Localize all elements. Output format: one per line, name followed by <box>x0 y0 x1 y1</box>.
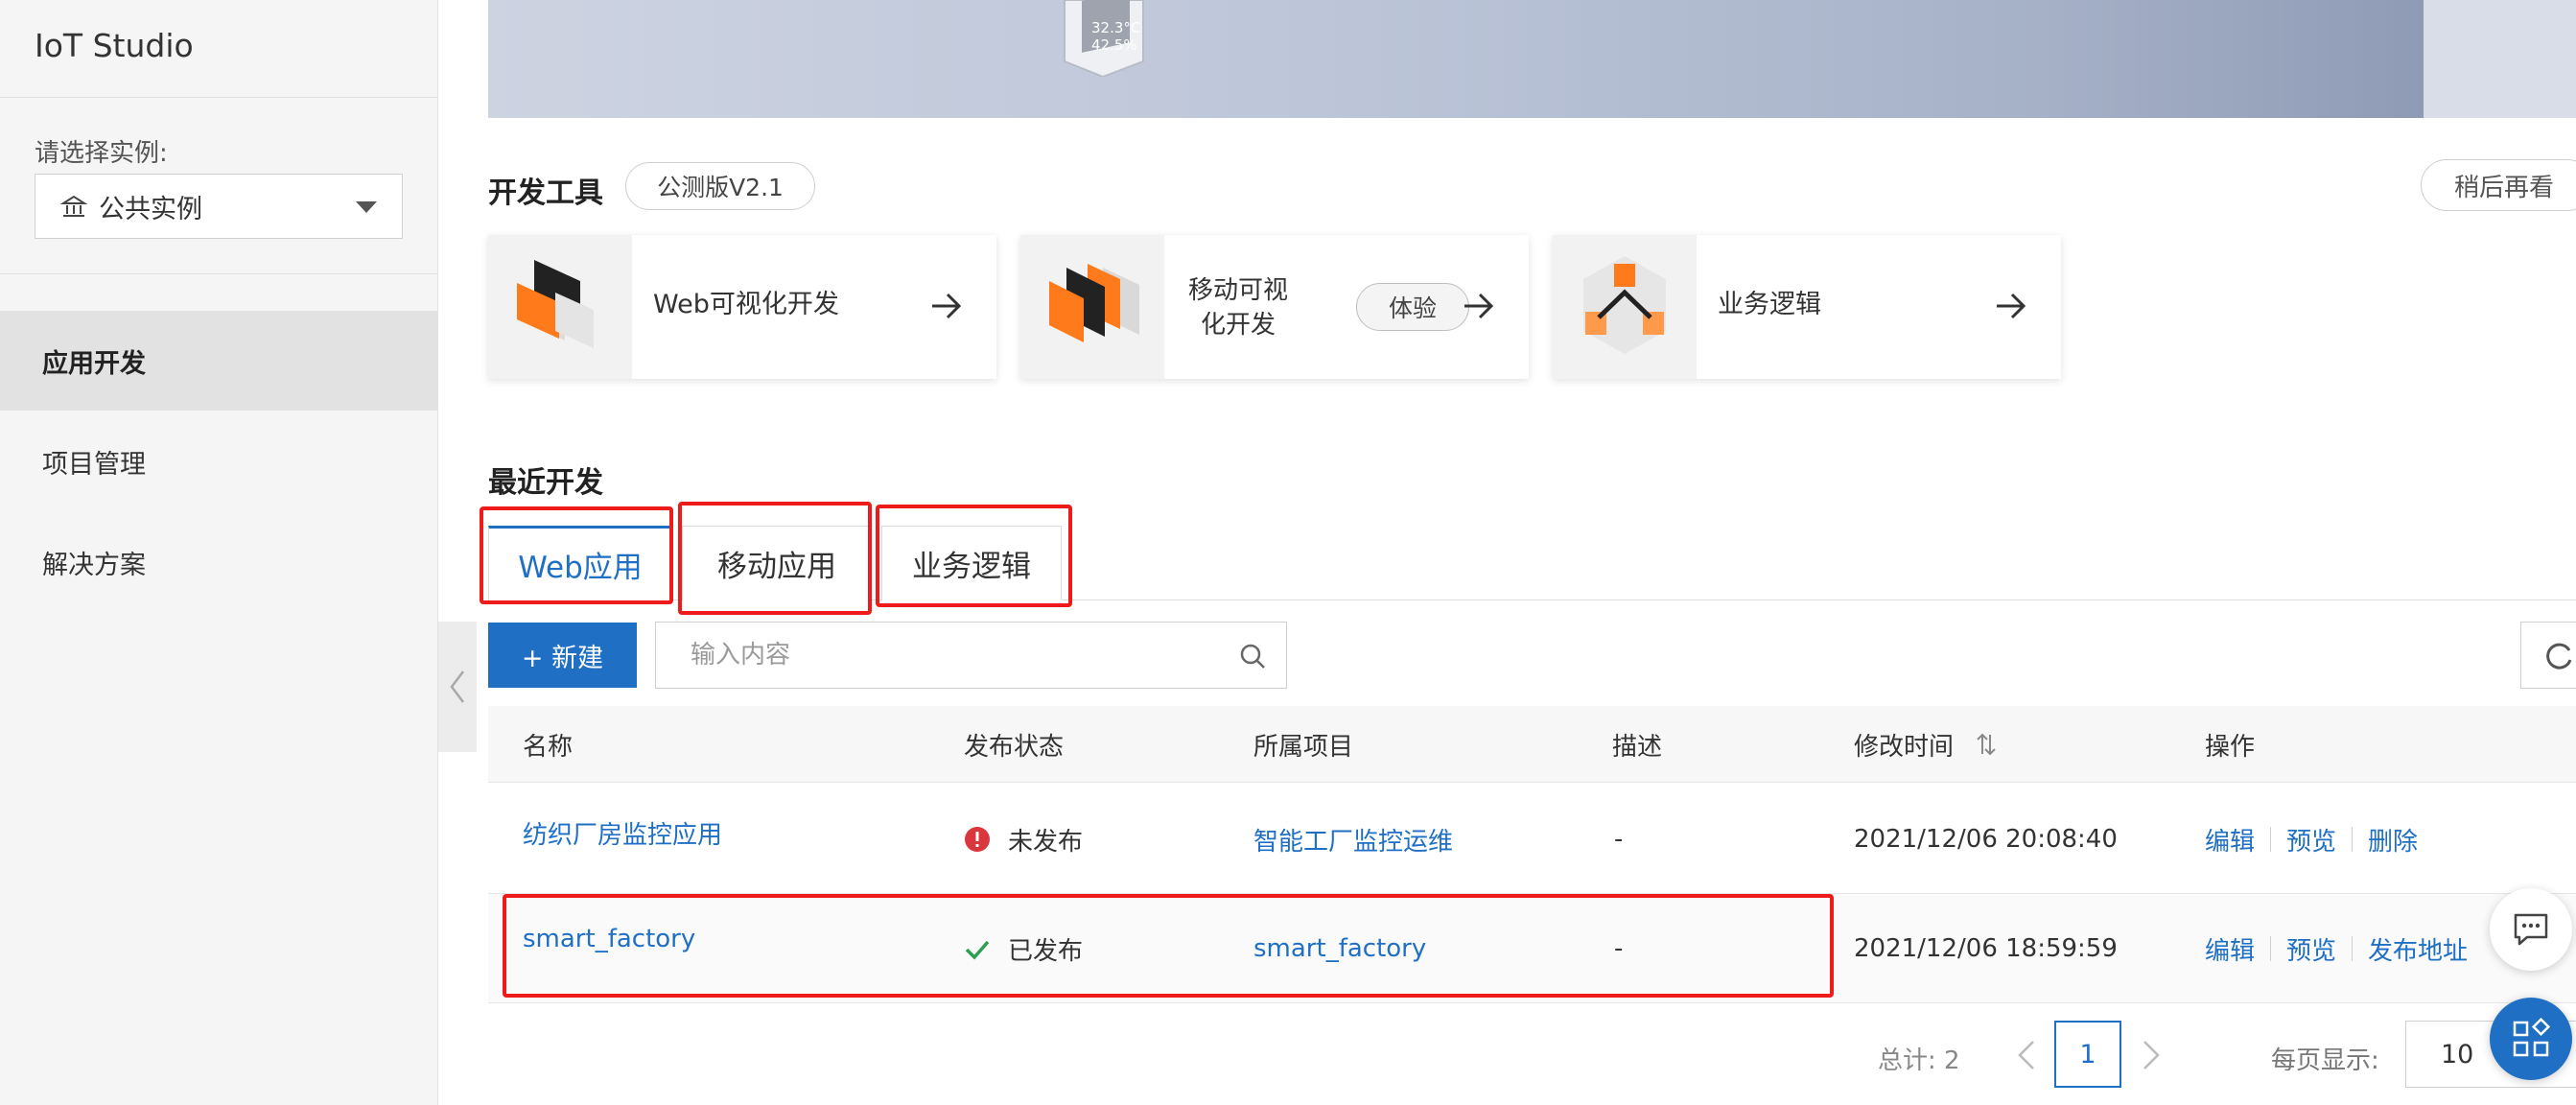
sidebar-item-label: 解决方案 <box>42 550 146 580</box>
sidebar-divider <box>0 97 438 98</box>
sensor-humidity: 42.5% <box>1091 36 1137 54</box>
tool-card-label: Web可视化开发 <box>653 290 839 319</box>
chevron-down-icon <box>356 201 377 213</box>
project-link[interactable]: smart_factory <box>1253 934 1426 963</box>
web-visual-icon <box>488 235 632 379</box>
description-text: - <box>1614 934 1624 963</box>
business-logic-icon <box>1553 235 1697 379</box>
refresh-button[interactable] <box>2520 622 2576 689</box>
later-button[interactable]: 稍后再看 <box>2421 159 2576 211</box>
sidebar-item-solutions[interactable]: 解决方案 <box>0 512 438 612</box>
tool-card-business-logic[interactable]: 业务逻辑 <box>1553 235 2061 379</box>
banner-image <box>488 0 2424 118</box>
sidebar-item-label: 项目管理 <box>42 449 146 480</box>
banner-side <box>2424 0 2576 118</box>
preview-link[interactable]: 预览 <box>2286 822 2336 858</box>
version-badge: 公测版V2.1 <box>625 162 815 210</box>
trial-tag[interactable]: 体验 <box>1356 283 1469 331</box>
chevron-left-icon[interactable] <box>2012 1038 2041 1072</box>
preview-link[interactable]: 预览 <box>2286 931 2336 967</box>
trial-tag-label: 体验 <box>1388 294 1437 322</box>
per-page-label: 每页显示: <box>2271 1046 2379 1075</box>
tool-card-label: 移动可视化开发 <box>1187 276 1288 340</box>
sidebar-item-project-management[interactable]: 项目管理 <box>0 411 438 511</box>
description-text: - <box>1614 825 1624 854</box>
chevron-left-icon <box>450 670 464 703</box>
dev-tools-title: 开发工具 <box>488 176 603 210</box>
status-text: 未发布 <box>1008 827 1084 857</box>
instance-label: 请选择实例: <box>35 139 168 168</box>
sensor-temp: 32.3°C <box>1091 19 1140 36</box>
later-button-label: 稍后再看 <box>2454 173 2555 202</box>
tab-mobile-apps[interactable]: 移动应用 <box>682 526 872 600</box>
search-box <box>655 622 1287 689</box>
publish-url-link[interactable]: 发布地址 <box>2368 931 2468 967</box>
column-header-description: 描述 <box>1612 732 1663 762</box>
edit-link[interactable]: 编辑 <box>2205 931 2255 967</box>
delete-link[interactable]: 删除 <box>2368 822 2418 858</box>
error-icon <box>965 827 990 852</box>
sidebar: IoT Studio 请选择实例: 公共实例 应用开发 项目管理 解决方案 <box>0 0 438 1105</box>
table-row: 纺织厂房监控应用 未发布 智能工厂监控运维 - 2021/12/06 20:08… <box>488 785 2576 894</box>
chat-button[interactable] <box>2490 888 2572 971</box>
column-header-modified-label: 修改时间 <box>1854 732 1955 762</box>
recent-dev-title: 最近开发 <box>488 466 603 500</box>
sidebar-item-app-dev[interactable]: 应用开发 <box>0 311 438 411</box>
project-link[interactable]: 智能工厂监控运维 <box>1253 822 1453 858</box>
divider <box>2352 936 2354 961</box>
bank-icon <box>60 195 87 217</box>
arrow-right-icon <box>1997 293 2026 319</box>
tab-label: Web应用 <box>518 551 643 585</box>
sidebar-divider <box>0 273 438 274</box>
instance-select[interactable]: 公共实例 <box>35 174 403 239</box>
divider <box>2270 936 2272 961</box>
app-title: IoT Studio <box>35 27 194 64</box>
tool-card-web-visual[interactable]: Web可视化开发 <box>488 235 996 379</box>
column-header-name: 名称 <box>523 732 574 762</box>
new-app-button[interactable]: + 新建 <box>488 623 637 688</box>
mobile-visual-icon <box>1020 235 1164 379</box>
tab-label: 业务逻辑 <box>912 550 1031 584</box>
page-number-current[interactable]: 1 <box>2054 1021 2121 1088</box>
column-header-status: 发布状态 <box>964 732 1065 762</box>
table-row: smart_factory 已发布 smart_factory - 2021/1… <box>488 894 2576 1003</box>
app-name-link[interactable]: smart_factory <box>523 925 695 953</box>
total-count: 总计: 2 <box>1878 1046 1960 1075</box>
tab-business-logic[interactable]: 业务逻辑 <box>881 526 1062 600</box>
arrow-right-icon <box>932 293 962 319</box>
sort-icon <box>1977 733 1996 756</box>
sidebar-item-label: 应用开发 <box>42 348 146 379</box>
column-header-project: 所属项目 <box>1253 732 1354 762</box>
tool-card-label: 业务逻辑 <box>1718 290 1821 319</box>
check-icon <box>965 940 990 960</box>
column-header-actions: 操作 <box>2205 732 2256 762</box>
modified-time: 2021/12/06 18:59:59 <box>1854 934 2118 963</box>
chat-icon <box>2514 913 2548 946</box>
page-size-value: 10 <box>2441 1039 2474 1070</box>
arrow-right-icon <box>1464 293 1494 319</box>
divider <box>2270 827 2272 852</box>
tab-label: 移动应用 <box>717 550 836 584</box>
edit-link[interactable]: 编辑 <box>2205 822 2255 858</box>
tool-card-mobile-visual[interactable]: 移动可视化开发 体验 <box>1020 235 1529 379</box>
apps-icon <box>2513 1018 2551 1057</box>
table-header: 名称 发布状态 所属项目 描述 修改时间 操作 <box>488 706 2576 783</box>
refresh-icon <box>2546 643 2572 670</box>
status-text: 已发布 <box>1008 936 1084 966</box>
search-input[interactable] <box>656 623 1231 688</box>
instance-select-value: 公共实例 <box>99 194 202 224</box>
modified-time: 2021/12/06 20:08:40 <box>1854 825 2118 854</box>
sensor-device-image: 32.3°C 42.5% <box>1064 0 1144 77</box>
column-header-modified[interactable]: 修改时间 <box>1854 706 1998 783</box>
tab-web-apps[interactable]: Web应用 <box>488 526 672 600</box>
sidebar-collapse-handle[interactable] <box>438 622 477 752</box>
app-name-link[interactable]: 纺织厂房监控应用 <box>523 815 722 851</box>
new-app-button-label: + 新建 <box>521 643 604 673</box>
divider <box>2352 827 2354 852</box>
chevron-right-icon[interactable] <box>2137 1038 2166 1072</box>
search-icon[interactable] <box>1238 642 1267 670</box>
apps-button[interactable] <box>2490 998 2572 1080</box>
